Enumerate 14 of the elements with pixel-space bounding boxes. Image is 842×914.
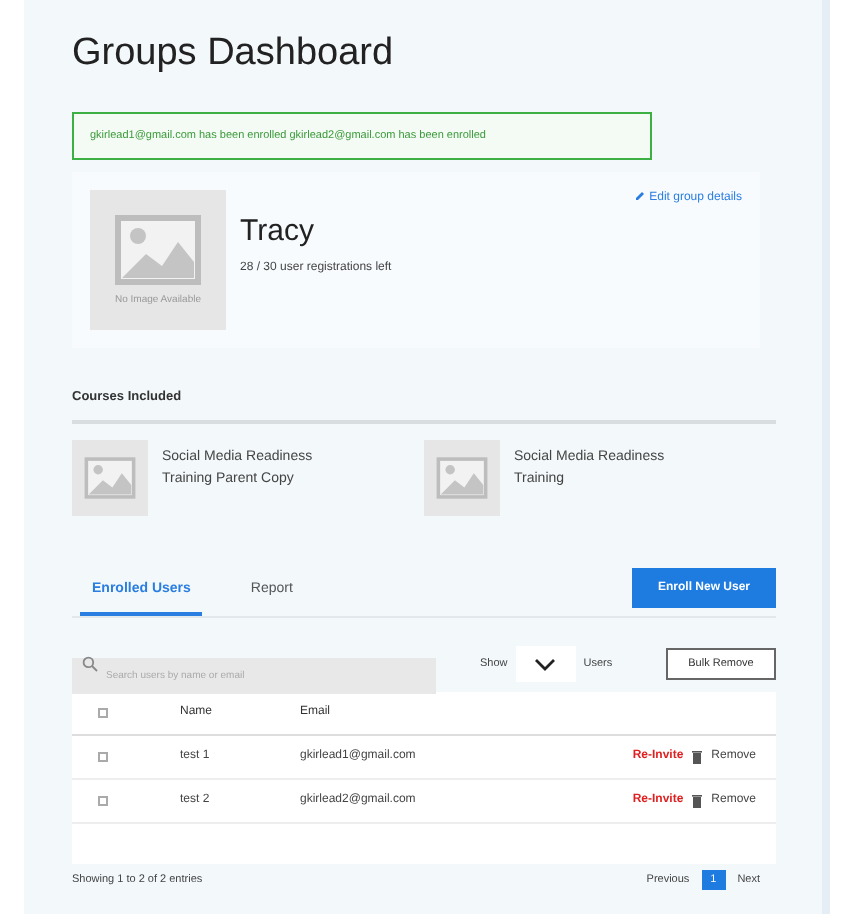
image-icon xyxy=(114,213,202,285)
checkbox[interactable] xyxy=(98,752,108,762)
search-icon xyxy=(82,656,98,672)
checkbox[interactable] xyxy=(98,796,108,806)
image-icon xyxy=(84,456,136,500)
trash-icon xyxy=(691,794,702,808)
edit-icon xyxy=(633,190,646,203)
group-name: Tracy xyxy=(240,212,316,253)
page-title: Groups Dashboard xyxy=(72,32,396,76)
checkbox[interactable] xyxy=(98,708,108,718)
chevron-down-icon xyxy=(534,657,557,671)
image-icon xyxy=(436,456,488,500)
page-size-dropdown[interactable] xyxy=(515,646,576,682)
trash-icon xyxy=(691,750,702,764)
